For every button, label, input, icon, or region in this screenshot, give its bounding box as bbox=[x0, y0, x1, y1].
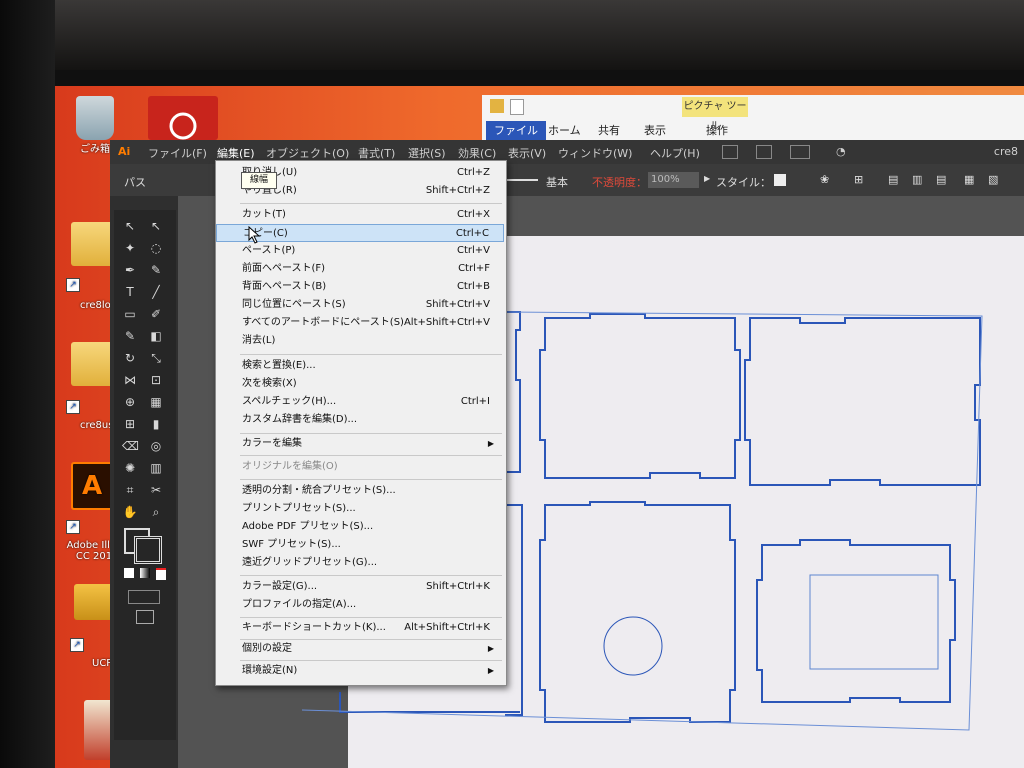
menu-item-label: プロファイルの指定(A)... bbox=[242, 599, 357, 610]
menu-item-find-and-replace[interactable]: 検索と置換(E)... bbox=[216, 357, 504, 375]
menu-item-print-presets[interactable]: プリントプリセット(S)... bbox=[216, 500, 504, 518]
menu-item-label: カスタム辞書を編集(D)... bbox=[242, 414, 358, 425]
mouse-pointer-icon bbox=[248, 226, 261, 244]
menu-item-paste[interactable]: ペースト(P) Ctrl+V bbox=[216, 242, 504, 260]
menu-item-label: 個別の設定 bbox=[242, 643, 292, 654]
menu-item-pdf-presets[interactable]: Adobe PDF プリセット(S)... bbox=[216, 518, 504, 536]
menu-item-label: 遠近グリッドプリセット(G)... bbox=[242, 557, 378, 568]
tooltip: 線幅 bbox=[241, 172, 277, 189]
menu-item-paste-in-back[interactable]: 背面へペースト(B) Ctrl+B bbox=[216, 278, 504, 296]
menu-item-shortcut: Ctrl+I bbox=[460, 396, 490, 407]
menu-item-shortcut: Alt+Shift+Ctrl+V bbox=[403, 317, 490, 328]
submenu-arrow-icon: ▶ bbox=[487, 666, 494, 675]
menu-item-shortcut: Ctrl+B bbox=[456, 281, 490, 292]
submenu-arrow-icon: ▶ bbox=[487, 644, 494, 653]
menu-item-label: 背面へペースト(B) bbox=[242, 281, 327, 292]
menu-item-shortcut: Ctrl+C bbox=[455, 228, 489, 239]
menu-item-shortcut: Ctrl+Z bbox=[456, 167, 490, 178]
panel-rect-cutout bbox=[809, 574, 939, 670]
menu-item-label: カラー設定(G)... bbox=[242, 581, 318, 592]
panel-bottom-right bbox=[756, 539, 956, 703]
menu-item-label: 検索と置換(E)... bbox=[242, 360, 316, 371]
menu-separator bbox=[240, 575, 502, 576]
menu-separator bbox=[240, 354, 502, 355]
menu-item-perspective-grid-presets[interactable]: 遠近グリッドプリセット(G)... bbox=[216, 554, 504, 572]
menu-item-find-next[interactable]: 次を検索(X) bbox=[216, 375, 504, 393]
menu-separator bbox=[240, 433, 502, 434]
menu-item-spell-check[interactable]: スペルチェック(H)... Ctrl+I bbox=[216, 393, 504, 411]
submenu-arrow-icon: ▶ bbox=[487, 439, 494, 448]
menu-separator bbox=[240, 203, 502, 204]
menu-item-shortcut: Ctrl+F bbox=[458, 263, 490, 274]
menu-item-assign-profile[interactable]: プロファイルの指定(A)... bbox=[216, 596, 504, 614]
menu-item-shortcut: Alt+Shift+Ctrl+K bbox=[404, 622, 490, 633]
menu-item-clear[interactable]: 消去(L) bbox=[216, 332, 504, 350]
panel-left-top bbox=[505, 311, 521, 473]
menu-item-label: カラーを編集 bbox=[242, 438, 302, 449]
menu-item-label: ペースト(P) bbox=[242, 245, 296, 256]
panel-bottom-middle bbox=[539, 501, 736, 723]
menu-item-shortcut: Shift+Ctrl+K bbox=[426, 581, 490, 592]
menu-item-label: 前面へペースト(F) bbox=[242, 263, 326, 274]
menu-item-label: SWF プリセット(S)... bbox=[242, 539, 341, 550]
menu-item-paste-on-all-artboards[interactable]: すべてのアートボードにペースト(S) Alt+Shift+Ctrl+V bbox=[216, 314, 504, 332]
menu-item-paste-in-place[interactable]: 同じ位置にペースト(S) Shift+Ctrl+V bbox=[216, 296, 504, 314]
menu-item-transparency-flattener-presets[interactable]: 透明の分割・統合プリセット(S)... bbox=[216, 482, 504, 500]
menu-separator bbox=[240, 479, 502, 480]
menu-item-edit-colors[interactable]: カラーを編集 ▶ bbox=[216, 435, 504, 453]
menu-item-shortcut: Shift+Ctrl+Z bbox=[425, 185, 490, 196]
menu-item-swf-presets[interactable]: SWF プリセット(S)... bbox=[216, 536, 504, 554]
menu-item-my-settings[interactable]: 個別の設定 ▶ bbox=[216, 640, 504, 658]
menu-item-keyboard-shortcuts[interactable]: キーボードショートカット(K)... Alt+Shift+Ctrl+K bbox=[216, 619, 504, 637]
menu-item-label: オリジナルを編集(O) bbox=[242, 461, 338, 472]
menu-item-label: キーボードショートカット(K)... bbox=[242, 622, 386, 633]
menu-item-label: 同じ位置にペースト(S) bbox=[242, 299, 346, 310]
artwork-layer bbox=[301, 311, 983, 731]
panel-top-middle bbox=[539, 313, 741, 479]
menu-separator bbox=[240, 455, 502, 456]
menu-item-color-settings[interactable]: カラー設定(G)... Shift+Ctrl+K bbox=[216, 578, 504, 596]
menu-separator bbox=[240, 660, 502, 661]
menu-item-label: カット(T) bbox=[242, 209, 286, 220]
menu-item-label: Adobe PDF プリセット(S)... bbox=[242, 521, 374, 532]
menu-item-label: プリントプリセット(S)... bbox=[242, 503, 356, 514]
menu-item-preferences[interactable]: 環境設定(N) ▶ bbox=[216, 662, 504, 680]
menu-item-label: 環境設定(N) bbox=[242, 665, 298, 676]
menu-item-cut[interactable]: カット(T) Ctrl+X bbox=[216, 206, 504, 224]
menu-item-label: すべてのアートボードにペースト(S) bbox=[242, 317, 404, 328]
menu-item-shortcut: Ctrl+X bbox=[456, 209, 490, 220]
menu-item-label: 次を検索(X) bbox=[242, 378, 297, 389]
panel-circle-cutout bbox=[603, 616, 663, 676]
menu-item-edit-custom-dictionary[interactable]: カスタム辞書を編集(D)... bbox=[216, 411, 504, 429]
menu-item-edit-original: オリジナルを編集(O) bbox=[216, 458, 504, 476]
panel-top-right bbox=[744, 317, 981, 486]
menu-item-label: スペルチェック(H)... bbox=[242, 396, 337, 407]
menu-separator bbox=[240, 617, 502, 618]
menu-item-shortcut: Shift+Ctrl+V bbox=[425, 299, 490, 310]
menu-item-paste-in-front[interactable]: 前面へペースト(F) Ctrl+F bbox=[216, 260, 504, 278]
menu-item-shortcut: Ctrl+V bbox=[456, 245, 490, 256]
menu-item-label: 透明の分割・統合プリセット(S)... bbox=[242, 485, 396, 496]
menu-item-label: 消去(L) bbox=[242, 335, 276, 346]
